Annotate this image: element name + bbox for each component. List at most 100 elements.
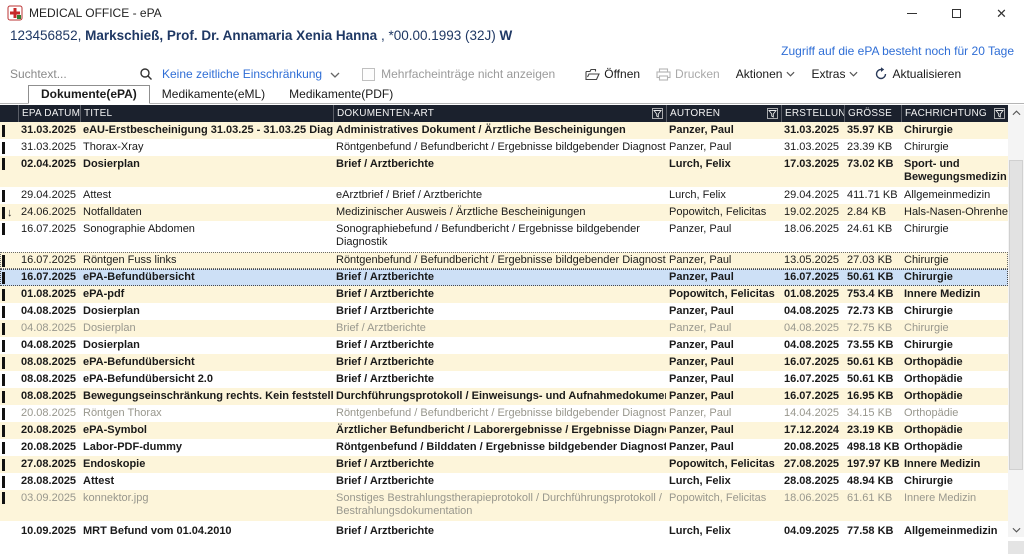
header-marker-column xyxy=(0,105,18,122)
table-row[interactable]: 04.08.2025DosierplanBrief / Arztberichte… xyxy=(0,337,1008,354)
cell-autoren: Panzer, Paul xyxy=(666,439,781,456)
time-filter-dropdown[interactable]: Keine zeitliche Einschränkung xyxy=(162,67,322,81)
cell-autoren: Panzer, Paul xyxy=(666,405,781,422)
cell-dokumenten-art: Röntgenbefund / Befundbericht / Ergebnis… xyxy=(333,252,666,269)
table-row[interactable]: 08.08.2025ePA-BefundübersichtBrief / Arz… xyxy=(0,354,1008,371)
table-row[interactable]: 29.04.2025AttesteArztbrief / Brief / Arz… xyxy=(0,187,1008,204)
row-marker xyxy=(0,439,18,456)
cell-autoren: Panzer, Paul xyxy=(666,371,781,388)
cell-epa-datum: 03.09.2025 xyxy=(18,490,80,521)
cell-epa-datum: 29.04.2025 xyxy=(18,187,80,204)
funnel-filter-icon[interactable] xyxy=(652,108,663,119)
cell-fachrichtung: Allgemeinmedizin xyxy=(901,187,1008,204)
table-row[interactable]: 08.08.2025Bewegungseinschränkung rechts.… xyxy=(0,388,1008,405)
refresh-button[interactable]: Aktualisieren xyxy=(874,67,961,81)
table-row[interactable]: 08.08.2025ePA-Befundübersicht 2.0Brief /… xyxy=(0,371,1008,388)
row-status-bar xyxy=(2,207,5,219)
cell-dokumenten-art: Röntgenbefund / Befundbericht / Ergebnis… xyxy=(333,139,666,156)
table-row[interactable]: 20.08.2025Labor-PDF-dummyRöntgenbefund /… xyxy=(0,439,1008,456)
row-status-bar xyxy=(2,142,5,154)
cell-dokumenten-art: Brief / Arztberichte xyxy=(333,473,666,490)
header-autoren[interactable]: AUTOREN xyxy=(666,105,781,122)
scroll-up-arrow[interactable] xyxy=(1008,105,1024,120)
epa-access-link[interactable]: Zugriff auf die ePA besteht noch für 20 … xyxy=(781,44,1014,58)
table-row[interactable]: 16.07.2025Sonographie AbdomenSonographie… xyxy=(0,221,1008,252)
close-button[interactable]: ✕ xyxy=(979,0,1024,26)
cell-titel: ePA-Befundübersicht xyxy=(80,354,333,371)
table-row[interactable]: 28.08.2025AttestBrief / ArztberichteLurc… xyxy=(0,473,1008,490)
actions-menu-button[interactable]: Aktionen xyxy=(736,67,796,81)
row-marker xyxy=(0,187,18,204)
tab-dokumente-epa[interactable]: Dokumente(ePA) xyxy=(28,85,150,104)
cell-fachrichtung: Orthopädie xyxy=(901,422,1008,439)
open-button[interactable]: Öffnen xyxy=(585,67,640,81)
cell-fachrichtung: Orthopädie xyxy=(901,439,1008,456)
cell-titel: Labor-PDF-dummy xyxy=(80,439,333,456)
chevron-down-icon[interactable] xyxy=(330,67,340,81)
funnel-filter-icon[interactable] xyxy=(994,108,1005,119)
cell-titel: Dosierplan xyxy=(80,303,333,320)
minimize-button[interactable] xyxy=(889,0,934,26)
cell-epa-datum: 31.03.2025 xyxy=(18,122,80,139)
cell-titel: Dosierplan xyxy=(80,337,333,354)
table-row[interactable]: 01.08.2025ePA-pdfBrief / ArztberichtePop… xyxy=(0,286,1008,303)
tab-medikamente-pdf[interactable]: Medikamente(PDF) xyxy=(277,86,405,103)
cell-erstellung: 17.03.2025 xyxy=(781,156,844,187)
cell-titel: Attest xyxy=(80,473,333,490)
cell-erstellung: 31.03.2025 xyxy=(781,122,844,139)
extras-menu-button[interactable]: Extras xyxy=(811,67,858,81)
tab-medikamente-eml[interactable]: Medikamente(eML) xyxy=(150,86,277,103)
cell-epa-datum: 27.08.2025 xyxy=(18,456,80,473)
cell-autoren: Popowitch, Felicitas xyxy=(666,490,781,521)
cell-titel: ePA-Symbol xyxy=(80,422,333,439)
duplicates-checkbox[interactable] xyxy=(362,68,375,81)
header-epa-datum[interactable]: EPA DATUM xyxy=(18,105,80,122)
cell-groesse: 73.55 KB xyxy=(844,337,901,354)
cell-titel: Attest xyxy=(80,187,333,204)
cell-groesse: 50.61 KB xyxy=(844,269,901,286)
row-status-bar xyxy=(2,340,5,352)
cell-groesse: 48.94 KB xyxy=(844,473,901,490)
vertical-scrollbar[interactable] xyxy=(1008,105,1024,537)
header-dokumenten-art[interactable]: DOKUMENTEN-ART xyxy=(333,105,666,122)
table-row[interactable]: 16.07.2025ePA-BefundübersichtBrief / Arz… xyxy=(0,269,1008,286)
table-row[interactable]: 04.08.2025DosierplanBrief / Arztberichte… xyxy=(0,303,1008,320)
row-status-bar xyxy=(2,492,5,504)
cell-erstellung: 27.08.2025 xyxy=(781,456,844,473)
cell-epa-datum: 08.08.2025 xyxy=(18,371,80,388)
cell-epa-datum: 10.09.2025 xyxy=(18,521,80,541)
row-marker: ↓ xyxy=(0,204,18,221)
header-fachrichtung[interactable]: FACHRICHTUNG xyxy=(901,105,1008,122)
cell-groesse: 50.61 KB xyxy=(844,371,901,388)
table-row[interactable]: 20.08.2025Röntgen ThoraxRöntgenbefund / … xyxy=(0,405,1008,422)
row-status-bar xyxy=(2,272,5,284)
row-status-bar xyxy=(2,357,5,369)
app-icon xyxy=(7,5,23,21)
table-row[interactable]: 31.03.2025eAU-Erstbescheinigung 31.03.25… xyxy=(0,122,1008,139)
row-marker xyxy=(0,122,18,139)
table-row[interactable]: 16.07.2025Röntgen Fuss linksRöntgenbefun… xyxy=(0,252,1008,269)
maximize-button[interactable] xyxy=(934,0,979,26)
table-row[interactable]: 31.03.2025Thorax-XrayRöntgenbefund / Bef… xyxy=(0,139,1008,156)
table-row[interactable]: 10.09.2025MRT Befund vom 01.04.2010Brief… xyxy=(0,521,1008,541)
table-row[interactable]: 20.08.2025ePA-SymbolÄrztlicher Befundber… xyxy=(0,422,1008,439)
header-erstellung[interactable]: ERSTELLUNG xyxy=(781,105,844,122)
table-row[interactable]: 27.08.2025EndoskopieBrief / Arztberichte… xyxy=(0,456,1008,473)
cell-titel: Thorax-Xray xyxy=(80,139,333,156)
scrollbar-thumb[interactable] xyxy=(1009,160,1023,470)
header-titel[interactable]: TITEL xyxy=(80,105,333,122)
search-input[interactable] xyxy=(10,67,138,81)
funnel-filter-icon[interactable] xyxy=(767,108,778,119)
row-marker xyxy=(0,221,18,252)
header-groesse[interactable]: GRÖSSE xyxy=(844,105,901,122)
table-row[interactable]: 03.09.2025konnektor.jpgSonstiges Bestrah… xyxy=(0,490,1008,521)
cell-titel: ePA-Befundübersicht xyxy=(80,269,333,286)
row-marker xyxy=(0,371,18,388)
row-marker xyxy=(0,405,18,422)
scroll-down-arrow[interactable] xyxy=(1008,522,1024,537)
table-row[interactable]: 02.04.2025DosierplanBrief / Arztberichte… xyxy=(0,156,1008,187)
row-marker xyxy=(0,422,18,439)
table-row[interactable]: ↓24.06.2025NotfalldatenMedizinischer Aus… xyxy=(0,204,1008,221)
table-row[interactable]: 04.08.2025DosierplanBrief / Arztberichte… xyxy=(0,320,1008,337)
cell-groesse: 72.73 KB xyxy=(844,303,901,320)
